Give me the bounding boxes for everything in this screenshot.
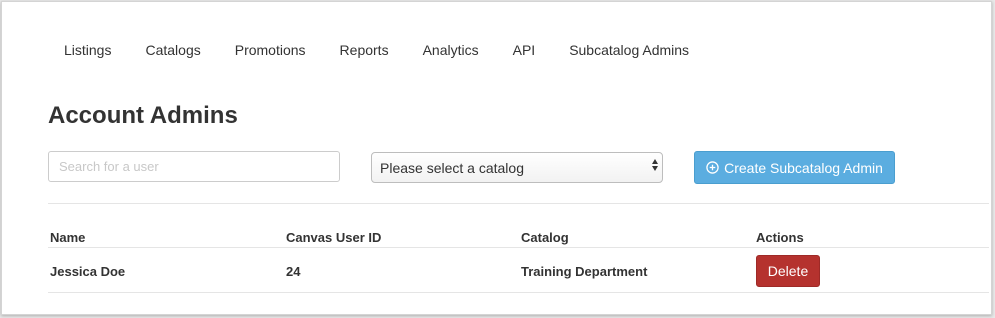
nav-subcatalog-admins[interactable]: Subcatalog Admins	[552, 42, 706, 58]
cell-name: Jessica Doe	[50, 264, 126, 279]
nav-promotions[interactable]: Promotions	[218, 42, 323, 58]
select-arrows-icon	[652, 159, 658, 171]
create-subcatalog-admin-button[interactable]: Create Subcatalog Admin	[694, 151, 895, 184]
nav-listings[interactable]: Listings	[47, 42, 128, 58]
column-header-catalog: Catalog	[521, 230, 569, 245]
cell-catalog: Training Department	[521, 264, 648, 279]
nav-catalogs[interactable]: Catalogs	[128, 42, 217, 58]
top-nav: Listings Catalogs Promotions Reports Ana…	[47, 32, 706, 68]
nav-analytics[interactable]: Analytics	[406, 42, 496, 58]
page-title: Account Admins	[48, 102, 238, 129]
nav-reports[interactable]: Reports	[323, 42, 406, 58]
row-divider	[48, 292, 989, 293]
app-window: Listings Catalogs Promotions Reports Ana…	[1, 1, 992, 315]
column-header-canvas-user-id: Canvas User ID	[286, 230, 382, 245]
section-divider	[48, 203, 989, 204]
catalog-select[interactable]: Please select a catalog	[371, 152, 663, 183]
plus-circle-icon	[706, 161, 719, 174]
nav-api[interactable]: API	[496, 42, 553, 58]
search-input[interactable]	[48, 151, 340, 182]
create-button-label: Create Subcatalog Admin	[724, 159, 883, 176]
catalog-select-value: Please select a catalog	[380, 159, 524, 176]
column-header-actions: Actions	[756, 230, 804, 245]
column-header-name: Name	[50, 230, 86, 245]
delete-button[interactable]: Delete	[756, 255, 820, 287]
cell-canvas-user-id: 24	[286, 264, 301, 279]
header-divider	[48, 247, 989, 248]
